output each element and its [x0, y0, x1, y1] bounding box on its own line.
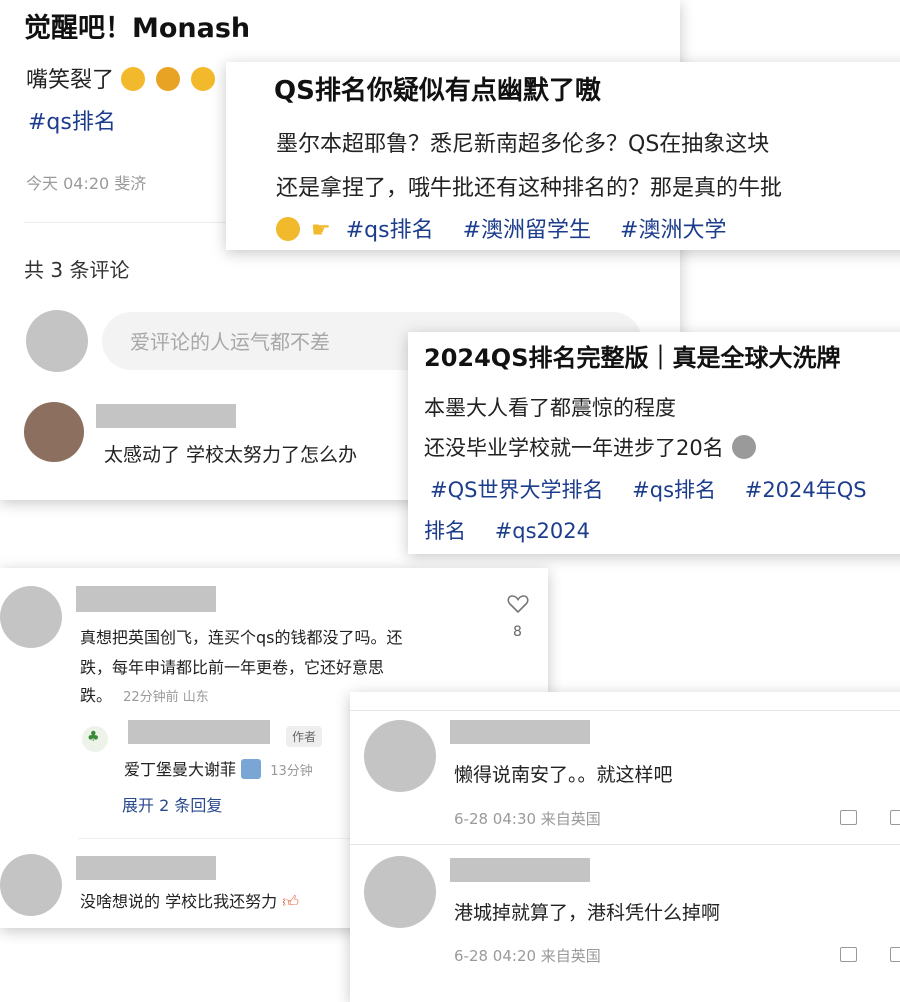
post-body-line: 还没毕业学校就一年进步了20名 — [424, 432, 760, 462]
grin-emoji-icon — [191, 67, 216, 91]
hashtag[interactable]: 排名 — [424, 519, 466, 543]
post-tags: ☛ #qs排名 #澳洲留学生 #澳洲大学 — [276, 212, 748, 244]
post-card-qs-2024: 2024QS排名完整版｜真是全球大洗牌 本墨大人看了都震惊的程度 还没毕业学校就… — [408, 332, 900, 554]
divider — [24, 222, 260, 223]
redacted-username — [76, 856, 216, 880]
comment-icon[interactable] — [890, 810, 900, 825]
post-body-line: 还是拿捏了，哦牛批还有这种排名的？那是真的牛批 — [276, 176, 783, 201]
reply-text: 爱丁堡曼大谢菲 13分钟 — [124, 756, 313, 780]
share-icon[interactable] — [840, 810, 857, 825]
post-body-text: 嘴笑裂了 — [26, 68, 115, 93]
cat-emoji-icon — [156, 67, 181, 91]
redacted-username — [76, 586, 216, 612]
comment-meta: 22分钟前 山东 — [123, 690, 209, 705]
comment-text-line: 真想把英国创飞，连买个qs的钱都没了吗。还 — [80, 628, 403, 647]
hashtag[interactable]: #2024年QS — [745, 478, 867, 502]
divider — [350, 844, 900, 845]
hashtag[interactable]: #澳洲留学生 — [463, 218, 591, 243]
post-timestamp: 今天 04:20 斐济 — [26, 174, 147, 193]
post-body-text: 还没毕业学校就一年进步了20名 — [424, 436, 724, 460]
post-title: 觉醒吧！Monash — [24, 13, 251, 44]
redacted-username — [96, 404, 236, 428]
comment-body: 没啥想说的 学校比我还努力 — [80, 892, 278, 911]
post-body-line: 本墨大人看了都震惊的程度 — [424, 396, 676, 420]
like-count: 8 — [513, 624, 522, 640]
post-tags-row: 排名 #qs2024 — [424, 515, 612, 545]
post-tags-row: #QS世界大学排名 #qs排名 #2024年QS — [430, 474, 889, 504]
hashtag[interactable]: #QS世界大学排名 — [430, 478, 603, 502]
avatar — [364, 856, 436, 928]
hashtag[interactable]: #qs2024 — [495, 519, 590, 543]
avatar — [364, 720, 436, 792]
avatar — [0, 586, 62, 648]
comment-text: 太感动了 学校太努力了怎么办 — [104, 444, 358, 466]
money-bag-emoji-icon — [732, 435, 757, 459]
comment-text: 没啥想说的 学校比我还努力 👍︎ — [80, 888, 299, 912]
post-title: QS排名你疑似有点幽默了嗷 — [274, 76, 601, 106]
bathing-emoji-icon — [241, 759, 262, 779]
post-body: 嘴笑裂了 — [26, 62, 219, 94]
comment-text-line: 跌，每年申请都比前一年更卷，它还好意思 — [80, 658, 385, 677]
rofl-emoji-icon — [276, 217, 300, 241]
reply-meta: 13分钟 — [270, 764, 313, 779]
divider — [350, 710, 900, 711]
redacted-username — [128, 720, 270, 744]
redacted-username — [450, 858, 590, 882]
laughing-emoji-icon — [121, 67, 146, 91]
thumbs-up-emoji-icon: 👍︎ — [282, 892, 299, 911]
comment-meta: 6-28 04:30 来自英国 — [454, 810, 601, 828]
post-body-line: 墨尔本超耶鲁？悉尼新南超多伦多？QS在抽象这块 — [276, 132, 770, 157]
comment-icon[interactable] — [890, 947, 900, 962]
author-badge: 作者 — [286, 726, 323, 747]
divider — [78, 838, 358, 839]
comment-text-line: 跌。 22分钟前 山东 — [80, 682, 209, 706]
expand-replies-link[interactable]: 展开 2 条回复 — [122, 792, 222, 816]
comment-text-end: 跌。 — [80, 686, 113, 705]
pointing-hand-icon: ☛ — [311, 218, 331, 243]
avatar — [24, 402, 84, 462]
heart-icon[interactable] — [507, 594, 529, 614]
comment-thread-card-uk: 懒得说南安了。。就这样吧 6-28 04:30 来自英国 港城掉就算了，港科凭什… — [350, 692, 900, 1002]
comment-text: 港城掉就算了，港科凭什么掉啊 — [454, 902, 721, 924]
post-card-qs-humor: QS排名你疑似有点幽默了嗷 墨尔本超耶鲁？悉尼新南超多伦多？QS在抽象这块 还是… — [226, 62, 900, 250]
hashtag[interactable]: #qs排名 — [346, 218, 434, 243]
post-title: 2024QS排名完整版｜真是全球大洗牌 — [424, 344, 841, 372]
share-icon[interactable] — [840, 947, 857, 962]
comment-text: 懒得说南安了。。就这样吧 — [454, 764, 673, 786]
redacted-username — [450, 720, 590, 744]
hashtag[interactable]: #qs排名 — [632, 478, 716, 502]
broccoli-avatar-icon: ♣ — [82, 726, 108, 752]
hashtag[interactable]: #澳洲大学 — [620, 218, 726, 243]
comment-count: 共 3 条评论 — [24, 258, 130, 282]
avatar — [26, 310, 88, 372]
reply-body: 爱丁堡曼大谢菲 — [124, 760, 237, 779]
avatar — [0, 854, 62, 916]
hashtag-qs-ranking[interactable]: #qs排名 — [28, 104, 116, 136]
comment-meta: 6-28 04:20 来自英国 — [454, 947, 601, 965]
